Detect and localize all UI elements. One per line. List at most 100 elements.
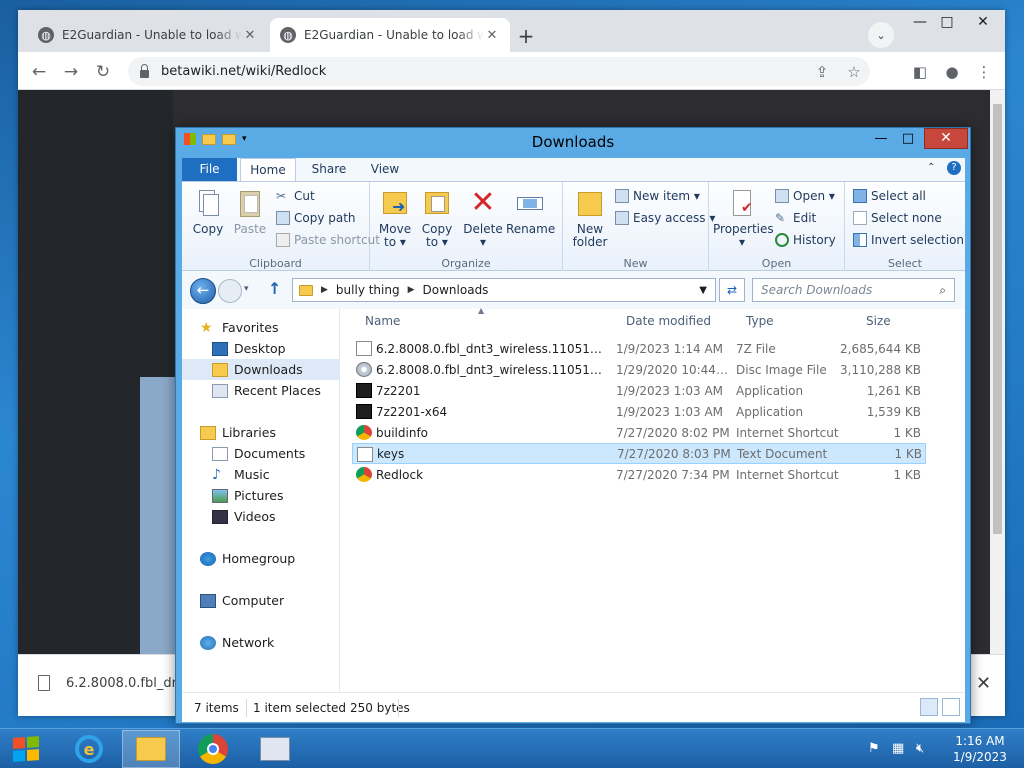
- close-button[interactable]: ✕: [924, 128, 968, 149]
- table-row[interactable]: Redlock 7/27/2020 7:34 PM Internet Shortcu…: [352, 464, 926, 485]
- file-name[interactable]: keys: [377, 447, 607, 461]
- select-all-button[interactable]: Select all: [853, 186, 964, 205]
- paste-shortcut-button[interactable]: Paste shortcut: [276, 230, 380, 249]
- nav-favorites[interactable]: ★ Favorites: [182, 317, 339, 338]
- tab-1[interactable]: ◍ E2Guardian - Unable to load webpage ✕: [28, 18, 268, 52]
- url-text[interactable]: betawiki.net/wiki/Redlock: [161, 64, 806, 79]
- recent-locations-icon[interactable]: ▾: [244, 284, 249, 294]
- explorer-titlebar[interactable]: ▾ Downloads — □ ✕: [176, 128, 970, 158]
- start-button[interactable]: [4, 731, 48, 767]
- nav-network[interactable]: Network: [182, 632, 339, 653]
- copy-to-button[interactable]: Copy to ▾: [416, 188, 458, 249]
- invert-selection-button[interactable]: Invert selection: [853, 230, 964, 249]
- forward-arrow-icon[interactable]: [218, 279, 242, 303]
- help-icon[interactable]: ?: [947, 161, 961, 175]
- forward-arrow-icon[interactable]: →: [58, 59, 84, 85]
- chevron-right-icon[interactable]: ▶: [321, 285, 328, 295]
- select-none-button[interactable]: Select none: [853, 208, 964, 227]
- copy-path-button[interactable]: Copy path: [276, 208, 380, 227]
- breadcrumb-item[interactable]: bully thing: [336, 283, 400, 297]
- nav-pictures[interactable]: Pictures: [182, 485, 339, 506]
- nav-videos[interactable]: Videos: [182, 506, 339, 527]
- new-tab-button[interactable]: +: [512, 22, 540, 50]
- page-scrollbar[interactable]: [990, 90, 1005, 654]
- column-header-name[interactable]: Name: [365, 314, 400, 328]
- breadcrumb[interactable]: ▶ bully thing ▶ Downloads ▼: [292, 278, 716, 302]
- nav-computer[interactable]: Computer: [182, 590, 339, 611]
- file-name[interactable]: 7z2201-x64: [376, 405, 606, 419]
- maximize-button[interactable]: □: [895, 130, 921, 150]
- cut-button[interactable]: ✂ Cut: [276, 186, 380, 205]
- chevron-right-icon[interactable]: ▶: [408, 285, 415, 295]
- nav-homegroup[interactable]: Homegroup: [182, 548, 339, 569]
- breadcrumb-item[interactable]: Downloads: [423, 283, 489, 297]
- easy-access-button[interactable]: Easy access ▾: [615, 208, 715, 227]
- column-header-date[interactable]: Date modified: [626, 314, 711, 328]
- new-folder-button[interactable]: New folder: [567, 188, 613, 249]
- address-bar[interactable]: betawiki.net/wiki/Redlock ⇪ ☆: [128, 57, 870, 86]
- column-header-size[interactable]: Size: [866, 314, 891, 328]
- action-center-flag-icon[interactable]: ⚑: [868, 741, 880, 756]
- file-name[interactable]: 6.2.8008.0.fbl_dnt3_wireless.110518-1900…: [376, 363, 606, 377]
- nav-desktop[interactable]: Desktop: [182, 338, 339, 359]
- refresh-icon[interactable]: ⇄: [719, 278, 745, 302]
- copy-button[interactable]: Copy: [187, 188, 229, 236]
- share-icon[interactable]: ⇪: [806, 63, 838, 81]
- new-item-button[interactable]: New item ▾: [615, 186, 715, 205]
- bookmark-star-icon[interactable]: ☆: [838, 63, 870, 81]
- table-row[interactable]: 7z2201 1/9/2023 1:03 AM Application 1,261 K…: [352, 380, 926, 401]
- move-to-button[interactable]: ➜ Move to ▾: [374, 188, 416, 249]
- lock-icon[interactable]: [140, 63, 149, 78]
- tab-search-button[interactable]: ⌄: [868, 22, 894, 48]
- back-arrow-icon[interactable]: ←: [26, 59, 52, 85]
- minimize-button[interactable]: —: [868, 130, 894, 150]
- paste-button[interactable]: Paste: [229, 188, 271, 236]
- properties-button[interactable]: ✔ Properties ▾: [713, 188, 774, 249]
- file-name[interactable]: buildinfo: [376, 426, 606, 440]
- tab-file[interactable]: File: [182, 158, 237, 181]
- table-row[interactable]: buildinfo 7/27/2020 8:02 PM Internet Short…: [352, 422, 926, 443]
- table-row[interactable]: keys 7/27/2020 8:03 PM Text Document 1 KB: [352, 443, 926, 464]
- collapse-ribbon-icon[interactable]: ⌃: [927, 162, 935, 173]
- rename-button[interactable]: Rename: [506, 188, 555, 236]
- tab-2[interactable]: ◍ E2Guardian - Unable to load webpage ✕: [270, 18, 510, 52]
- tab-home[interactable]: Home: [240, 158, 296, 181]
- close-button[interactable]: ✕: [966, 12, 1000, 32]
- nav-downloads[interactable]: Downloads: [182, 359, 339, 380]
- back-arrow-icon[interactable]: ←: [190, 278, 216, 304]
- file-name[interactable]: 7z2201: [376, 384, 606, 398]
- network-tray-icon[interactable]: ▦: [892, 741, 904, 756]
- delete-button[interactable]: ✕ Delete ▾: [462, 188, 504, 249]
- tab-view[interactable]: View: [360, 158, 410, 181]
- edit-button[interactable]: ✎ Edit: [775, 208, 836, 227]
- file-name[interactable]: Redlock: [376, 468, 606, 482]
- large-icons-view-icon[interactable]: [942, 698, 960, 716]
- control-panel-taskbar-button[interactable]: [246, 730, 304, 768]
- open-button[interactable]: Open ▾: [775, 186, 836, 205]
- nav-documents[interactable]: Documents: [182, 443, 339, 464]
- column-header-type[interactable]: Type: [746, 314, 774, 328]
- nav-recent-places[interactable]: Recent Places: [182, 380, 339, 401]
- tab-close-icon[interactable]: ✕: [242, 28, 258, 43]
- file-explorer-taskbar-button[interactable]: [122, 730, 180, 768]
- side-panel-icon[interactable]: ◧: [907, 59, 933, 85]
- table-row[interactable]: 7z2201-x64 1/9/2023 1:03 AM Application 1,5…: [352, 401, 926, 422]
- nav-music[interactable]: ♪ Music: [182, 464, 339, 485]
- nav-libraries[interactable]: Libraries: [182, 422, 339, 443]
- volume-muted-icon[interactable]: 🔇︎: [916, 741, 924, 756]
- up-arrow-icon[interactable]: ↑: [268, 279, 281, 298]
- menu-kebab-icon[interactable]: ⋮: [971, 59, 997, 85]
- tab-close-icon[interactable]: ✕: [484, 28, 500, 43]
- internet-explorer-taskbar-button[interactable]: e: [60, 730, 118, 768]
- download-item[interactable]: 6.2.8008.0.fbl_dnt3: [38, 675, 193, 691]
- maximize-button[interactable]: □: [930, 12, 964, 32]
- tab-share[interactable]: Share: [304, 158, 354, 181]
- table-row[interactable]: 6.2.8008.0.fbl_dnt3_wireless.110518-1900…: [352, 338, 926, 359]
- search-icon[interactable]: ⌕: [939, 283, 946, 298]
- details-view-icon[interactable]: [920, 698, 938, 716]
- search-input[interactable]: Search Downloads ⌕: [752, 278, 955, 302]
- chevron-down-icon[interactable]: ▼: [699, 285, 707, 296]
- system-clock[interactable]: 1:16 AM 1/9/2023: [940, 733, 1020, 765]
- scrollbar-thumb[interactable]: [993, 104, 1002, 534]
- file-name[interactable]: 6.2.8008.0.fbl_dnt3_wireless.110518-1900…: [376, 342, 606, 356]
